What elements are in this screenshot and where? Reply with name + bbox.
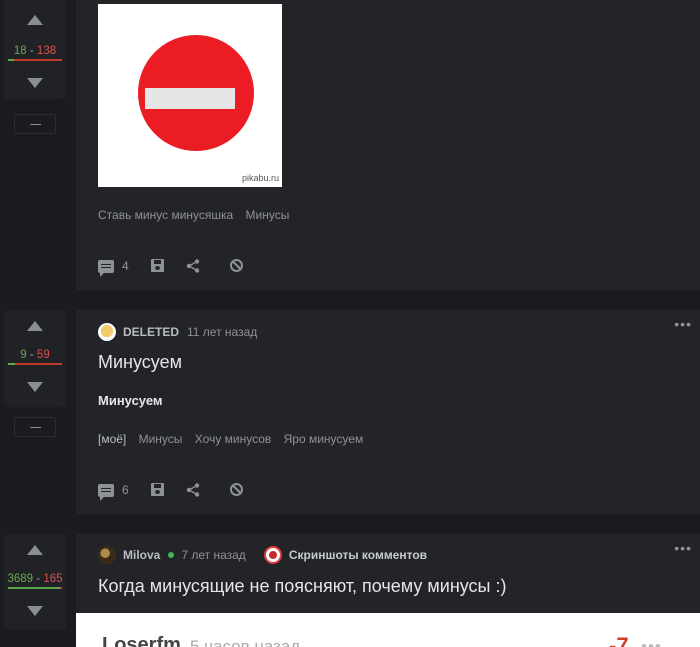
screenshot-dots: ••• xyxy=(641,637,662,647)
story-card: DELETED 11 лет назад ••• Минусуем Минусу… xyxy=(76,310,700,514)
author-name[interactable]: Milova xyxy=(123,548,160,562)
score-minus: 165 xyxy=(43,573,63,585)
vote-ratio-fill xyxy=(8,587,60,589)
comments-button[interactable]: 4 xyxy=(98,259,129,277)
vote-ratio-bar xyxy=(8,59,62,61)
story-image[interactable]: pikabu.ru xyxy=(98,4,282,187)
story-tags: [моё] Минусы Хочу минусов Яро минусуем xyxy=(98,432,372,446)
downvote-icon[interactable] xyxy=(27,606,43,616)
feed: 18 - 138 pikabu.ru Ставь минус минусяшка… xyxy=(0,0,700,647)
tag[interactable]: Минусы xyxy=(246,208,290,222)
screenshot-rating: -7 xyxy=(609,633,629,647)
score-plus: 3689 xyxy=(7,573,34,585)
vote-ratio-fill xyxy=(8,59,15,61)
comments-count: 6 xyxy=(122,483,129,497)
save-button[interactable] xyxy=(151,483,164,496)
author-name[interactable]: DELETED xyxy=(123,325,179,339)
share-button[interactable] xyxy=(186,259,200,273)
score-plus: 9 xyxy=(20,349,27,361)
vote-score: 18 - 138 xyxy=(0,45,70,57)
comment-screenshot-image[interactable]: Loserfm 5 часов назад -7 ••• xyxy=(76,613,700,647)
upvote-icon[interactable] xyxy=(27,545,43,555)
vote-column: 9 - 59 xyxy=(0,310,70,520)
tag[interactable]: [моё] xyxy=(98,432,126,446)
vote-column: 3689 - 165 xyxy=(0,534,70,647)
screenshot-author: Loserfm xyxy=(102,634,181,647)
tag[interactable]: Минусы xyxy=(139,432,183,446)
downvote-icon[interactable] xyxy=(27,78,43,88)
post-time: 11 лет назад xyxy=(187,325,258,339)
vote-score: 9 - 59 xyxy=(0,349,70,361)
story-title[interactable]: Когда минусящие не поясняют, почему мину… xyxy=(98,576,507,597)
hide-vote-button[interactable] xyxy=(14,417,56,437)
tag[interactable]: Хочу минусов xyxy=(195,432,272,446)
comments-count: 4 xyxy=(122,259,129,273)
image-watermark: pikabu.ru xyxy=(241,173,279,183)
tag[interactable]: Ставь минус минусяшка xyxy=(98,208,233,222)
save-icon xyxy=(151,259,164,272)
score-separator: - xyxy=(29,349,34,361)
upvote-icon[interactable] xyxy=(27,321,43,331)
score-minus: 59 xyxy=(36,349,50,361)
hide-button[interactable] xyxy=(230,259,243,272)
vote-column: 18 - 138 xyxy=(0,0,70,300)
community-icon[interactable] xyxy=(263,546,282,564)
share-button[interactable] xyxy=(186,483,200,497)
save-button[interactable] xyxy=(151,259,164,272)
block-icon xyxy=(230,259,243,272)
online-indicator xyxy=(168,552,175,558)
story-body: Минусуем xyxy=(98,393,163,408)
upvote-icon[interactable] xyxy=(27,15,43,25)
vote-ratio-bar xyxy=(8,587,62,589)
post-time: 7 лет назад xyxy=(181,548,246,562)
story-card: pikabu.ru Ставь минус минусяшка Минусы 4 xyxy=(76,0,700,290)
story-header: DELETED 11 лет назад xyxy=(98,322,257,342)
hide-vote-button[interactable] xyxy=(14,114,56,134)
story-tags: Ставь минус минусяшка Минусы xyxy=(98,208,298,222)
hide-button[interactable] xyxy=(230,483,243,496)
score-minus: 138 xyxy=(36,45,57,57)
score-separator: - xyxy=(36,573,41,585)
story-title[interactable]: Минусуем xyxy=(98,352,182,373)
score-plus: 18 xyxy=(13,45,27,57)
score-separator: - xyxy=(29,45,34,57)
more-dots-icon[interactable]: ••• xyxy=(674,540,692,556)
comment-icon xyxy=(98,483,114,501)
tag[interactable]: Яро минусуем xyxy=(284,432,364,446)
block-icon xyxy=(230,483,243,496)
share-icon xyxy=(186,259,200,273)
more-dots-icon[interactable]: ••• xyxy=(674,316,692,332)
avatar[interactable] xyxy=(98,546,116,564)
no-entry-bar xyxy=(145,88,235,109)
downvote-icon[interactable] xyxy=(27,382,43,392)
vote-ratio-bar xyxy=(8,363,62,365)
comments-button[interactable]: 6 xyxy=(98,483,129,501)
vote-ratio-fill xyxy=(8,363,16,365)
vote-score: 3689 - 165 xyxy=(0,573,70,585)
community-name[interactable]: Скриншоты комментов xyxy=(289,548,427,562)
story-header: Milova 7 лет назад Скриншоты комментов xyxy=(98,545,427,565)
screenshot-time: 5 часов назад xyxy=(190,637,301,647)
comment-icon xyxy=(98,259,114,277)
share-icon xyxy=(186,483,200,497)
avatar[interactable] xyxy=(98,323,116,341)
save-icon xyxy=(151,483,164,496)
